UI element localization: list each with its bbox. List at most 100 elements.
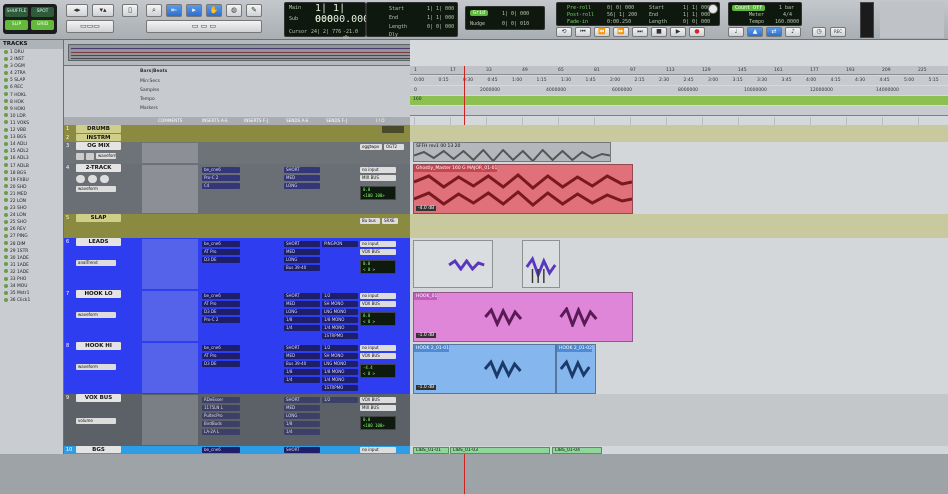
input-selector[interactable]: Bu bus bbox=[360, 218, 380, 224]
audio-clip-leads-1[interactable] bbox=[413, 240, 493, 288]
track-visible-icon[interactable] bbox=[4, 77, 8, 82]
insert-slot-c[interactable]: D3 DE bbox=[202, 309, 240, 315]
send-slot-c[interactable]: Bus 39-40 bbox=[284, 361, 320, 367]
zoom-preset-button[interactable]: ▾▴ bbox=[92, 4, 114, 17]
track-visible-icon[interactable] bbox=[4, 134, 8, 139]
track-visible-icon[interactable] bbox=[4, 141, 8, 146]
samples-ruler[interactable]: 0 2000000 4000000 6000000 8000000 10000000 120… bbox=[410, 86, 948, 95]
send-slot-d[interactable]: Bus 39-40 bbox=[284, 265, 320, 271]
input-selector[interactable]: VOX BUS bbox=[360, 397, 396, 403]
track-visible-icon[interactable] bbox=[4, 148, 8, 153]
tracks-list-item[interactable]: 17 ADLB bbox=[0, 163, 63, 170]
track-lane-drum-inst[interactable] bbox=[410, 125, 948, 142]
track-visible-icon[interactable] bbox=[4, 191, 8, 196]
track-visible-icon[interactable] bbox=[4, 155, 8, 160]
smart-tool-bar[interactable]: ▭ ▭ ▭ bbox=[146, 20, 262, 33]
volume-value[interactable]: 0.0 bbox=[363, 187, 370, 192]
track-lane-leads[interactable] bbox=[410, 238, 948, 290]
input-monitor-button[interactable] bbox=[86, 153, 94, 160]
track-visible-icon[interactable] bbox=[4, 290, 8, 295]
clip-gain[interactable]: -4.0 dB bbox=[416, 206, 437, 211]
tracks-list-item[interactable]: 21 MED bbox=[0, 191, 63, 198]
tracks-list-item[interactable]: 30 1ADE bbox=[0, 255, 63, 262]
tracks-list-item[interactable]: 35 Mstr1 bbox=[0, 290, 63, 297]
comments-field[interactable] bbox=[142, 291, 198, 341]
rec-mode-button[interactable]: REC bbox=[830, 27, 846, 37]
insert-slot-c[interactable]: C4 bbox=[202, 183, 240, 189]
send-slot-d[interactable]: 1/8 bbox=[284, 421, 320, 427]
shuffle-mode-button[interactable]: SHUFFLE bbox=[5, 7, 28, 17]
online-button[interactable]: ◷ bbox=[812, 27, 826, 37]
zoom-presets-bar[interactable]: ▭▭▭ bbox=[66, 20, 114, 33]
tempo-ruler[interactable]: 160 bbox=[410, 96, 948, 105]
tracks-list-item[interactable]: 1 DRU bbox=[0, 49, 63, 56]
tracks-list-item[interactable]: 32 1ADE bbox=[0, 269, 63, 276]
track-visible-icon[interactable] bbox=[4, 99, 8, 104]
audio-clip-hook-hi-1[interactable]: HOOK 2_01-01 -1.0 dB bbox=[413, 344, 556, 394]
tracks-list-item[interactable]: 19 FXBU bbox=[0, 177, 63, 184]
send-slot-e[interactable]: 1/4 bbox=[284, 429, 320, 435]
send-slot-f[interactable]: 1/2 bbox=[322, 397, 358, 403]
tracks-list-item[interactable]: 33 PHO bbox=[0, 276, 63, 283]
input-selector[interactable]: no input bbox=[360, 447, 396, 453]
insert-slot-d[interactable]: Pro-C 2 bbox=[202, 317, 240, 323]
return-to-zero-button[interactable]: ⏮ bbox=[575, 27, 591, 37]
record-enable-button[interactable] bbox=[76, 153, 84, 160]
track-visible-icon[interactable] bbox=[4, 56, 8, 61]
track-visible-icon[interactable] bbox=[4, 248, 8, 253]
track-visible-icon[interactable] bbox=[4, 177, 8, 182]
zoom-toggle-button[interactable]: ◂▸ bbox=[66, 4, 88, 17]
track-name-2-track[interactable]: 2-TRACK bbox=[76, 164, 121, 172]
volume-pan-display[interactable]: 0.0 < 0 > bbox=[360, 312, 396, 326]
track-lane-slap[interactable] bbox=[410, 214, 948, 238]
trim-tool-icon[interactable]: ⇤ bbox=[166, 4, 182, 17]
tracks-list-item[interactable]: 8 HOK bbox=[0, 99, 63, 106]
send-slot-j[interactable]: 1/4 MONO bbox=[322, 325, 358, 331]
track-view-selector[interactable]: waveform bbox=[76, 312, 116, 318]
track-name-drumb[interactable]: DRUMB bbox=[76, 125, 121, 133]
send-slot-k[interactable]: 1STRPMO bbox=[322, 385, 358, 391]
track-name-slap[interactable]: SLAP bbox=[76, 214, 121, 222]
track-visible-icon[interactable] bbox=[4, 283, 8, 288]
output-selector[interactable]: VOX BUS bbox=[360, 301, 396, 307]
send-slot-a[interactable]: SHORT bbox=[284, 447, 320, 453]
send-slot-a[interactable]: SHORT bbox=[284, 241, 320, 247]
bars-beats-ruler[interactable]: 1 17 33 49 65 81 97 113 129 145 161 177 193 209 225 bbox=[410, 66, 948, 75]
track-lane-2-track[interactable]: Ghostly_Master 160 G MAJOR_01-01 -4.0 dB bbox=[410, 164, 948, 214]
track-visible-icon[interactable] bbox=[4, 113, 8, 118]
input-selector[interactable]: no input bbox=[360, 241, 396, 247]
track-view-selector[interactable]: waveform bbox=[76, 186, 116, 192]
insert-slot-a[interactable]: be_cne6 bbox=[202, 241, 240, 247]
tracks-list-item[interactable]: 18 BGS bbox=[0, 170, 63, 177]
track-lane-og-mix[interactable]: SFFH rev1 00 13 20 bbox=[410, 142, 948, 164]
insert-slot-b[interactable]: Pro-C 2 bbox=[202, 175, 240, 181]
scrubber-tool-icon[interactable]: ◍ bbox=[226, 4, 242, 17]
track-visible-icon[interactable] bbox=[4, 170, 8, 175]
track-visible-icon[interactable] bbox=[4, 49, 8, 54]
tracks-list-item[interactable]: 5 SLAP bbox=[0, 77, 63, 84]
pencil-tool-icon[interactable]: ✎ bbox=[246, 4, 262, 17]
pan-value[interactable]: <100 100> bbox=[363, 423, 385, 428]
volume-pan-display[interactable]: 0.0 <100 100> bbox=[360, 186, 396, 200]
link-toggle-icon[interactable] bbox=[708, 4, 718, 14]
fast-forward-button[interactable]: ⏩ bbox=[613, 27, 629, 37]
volume-pan-display[interactable]: -4.4 < 0 > bbox=[360, 364, 396, 378]
rewind-button[interactable]: ⏪ bbox=[594, 27, 610, 37]
tempo-marker[interactable]: 160 bbox=[413, 97, 422, 102]
input-selector[interactable]: oggtwpv bbox=[360, 144, 382, 150]
tracks-list-item[interactable]: 12 VBB bbox=[0, 127, 63, 134]
output-selector[interactable]: VOX BUS bbox=[360, 353, 396, 359]
input-selector[interactable]: no input bbox=[360, 167, 396, 173]
send-slot-c[interactable]: LONG bbox=[284, 257, 320, 263]
tracks-list-item[interactable]: 20 SHD bbox=[0, 184, 63, 191]
track-visible-icon[interactable] bbox=[4, 255, 8, 260]
send-slot-d[interactable]: 1/8 bbox=[284, 317, 320, 323]
comments-field[interactable] bbox=[142, 165, 198, 213]
conductor-button[interactable]: ♩ bbox=[728, 27, 744, 37]
audio-clip-bgs-3[interactable]: LIBS_01-04 bbox=[552, 447, 602, 454]
track-hook-lo[interactable]: 7 HOOK LO waveform be_cne6 AT Pro D3 DE … bbox=[64, 290, 410, 342]
tracks-list-item[interactable]: 23 SHO bbox=[0, 205, 63, 212]
track-visible-icon[interactable] bbox=[4, 198, 8, 203]
midi-merge-button[interactable]: ⇄ bbox=[766, 27, 782, 37]
volume-value[interactable]: 0.0 bbox=[363, 417, 370, 422]
